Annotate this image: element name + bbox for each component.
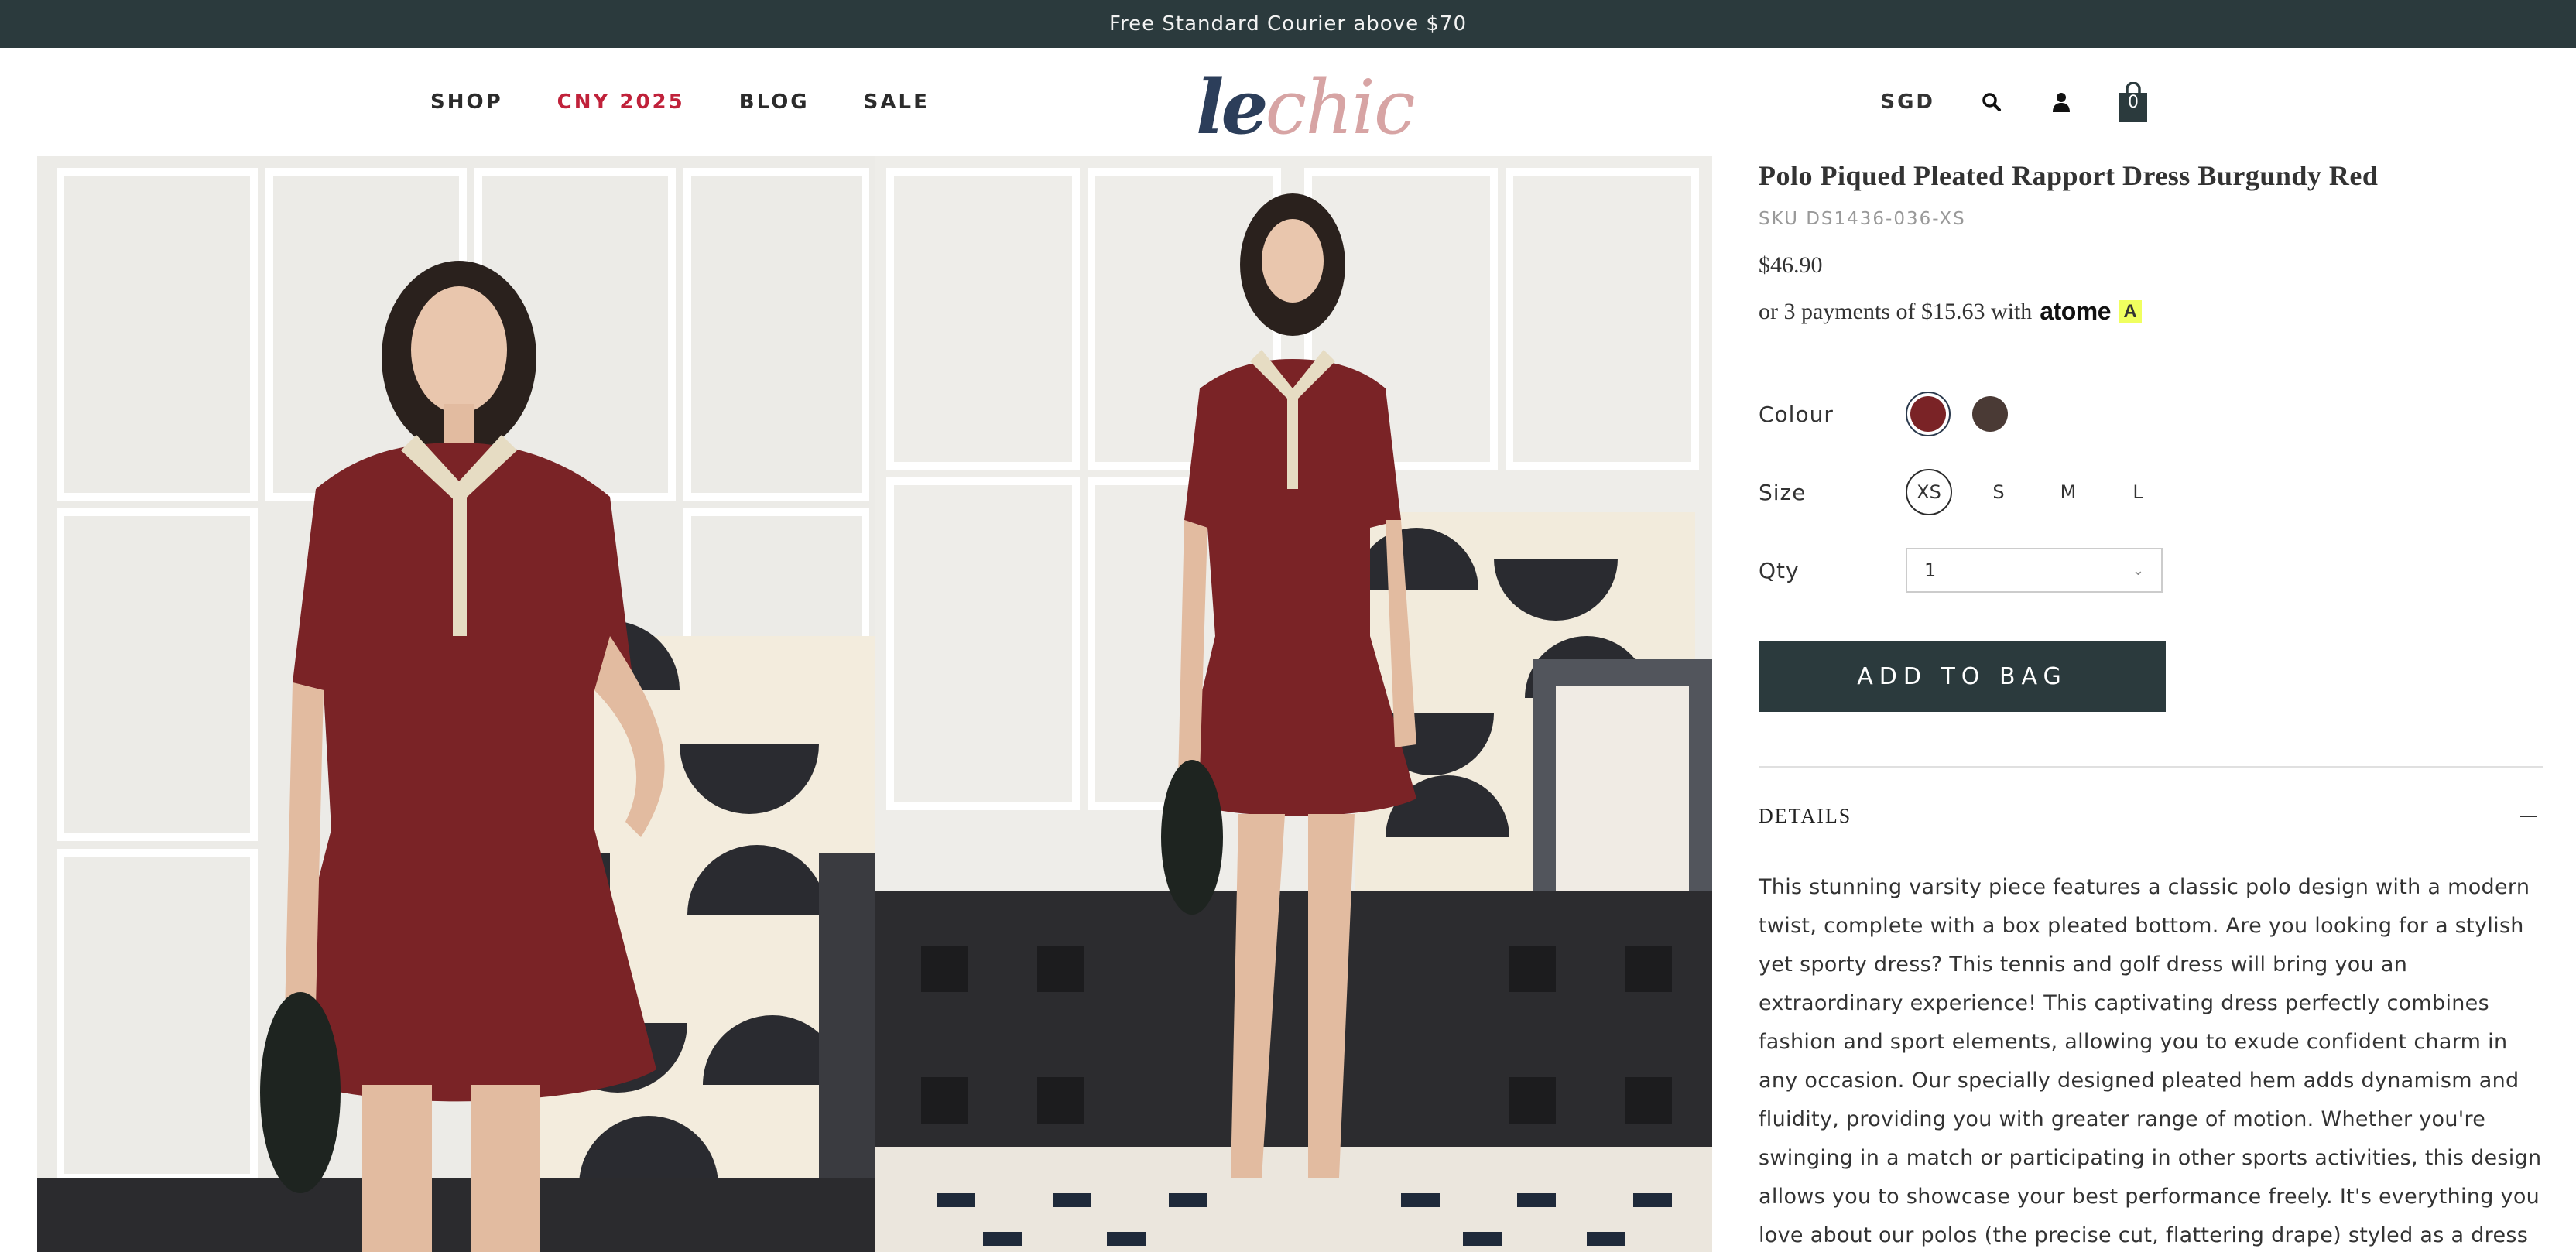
product-description: This stunning varsity piece features a c… bbox=[1759, 875, 2542, 1247]
product-sku: SKU DS1436-036-XS bbox=[1759, 209, 1966, 229]
colour-swatch-brown[interactable] bbox=[1968, 392, 2012, 436]
size-xs[interactable]: XS bbox=[1906, 469, 1952, 515]
installment-text: or 3 payments of $15.63 with bbox=[1759, 298, 2033, 324]
product-info-panel: Polo Piqued Pleated Rapport Dress Burgun… bbox=[1759, 156, 2543, 1247]
atome-badge-icon: A bbox=[2119, 299, 2143, 323]
user-icon[interactable] bbox=[2048, 89, 2074, 115]
details-heading: DETAILS bbox=[1759, 805, 1852, 827]
size-options: XS S M L bbox=[1906, 469, 2161, 515]
size-l[interactable]: L bbox=[2115, 469, 2161, 515]
qty-value: 1 bbox=[1924, 559, 1937, 581]
logo-part-chic: chic bbox=[1265, 64, 1416, 151]
nav-sale[interactable]: SALE bbox=[864, 91, 930, 114]
product-photo-2[interactable] bbox=[875, 156, 1712, 1252]
logo-part-le: le bbox=[1196, 63, 1269, 151]
swatch-dot bbox=[1972, 396, 2008, 432]
site-logo[interactable]: le chic bbox=[1196, 63, 1416, 151]
header-actions: SGD 0 bbox=[1880, 48, 2149, 156]
atome-logo[interactable]: atome bbox=[2040, 297, 2111, 326]
nav-cny-2025[interactable]: CNY 2025 bbox=[557, 91, 685, 114]
chevron-down-icon: ⌄ bbox=[2132, 562, 2144, 579]
colour-swatch-burgundy[interactable] bbox=[1906, 392, 1951, 436]
collapse-minus-icon[interactable] bbox=[2520, 816, 2537, 817]
bag-count: 0 bbox=[2128, 93, 2139, 112]
divider bbox=[1759, 766, 2543, 768]
qty-label: Qty bbox=[1759, 557, 1800, 583]
size-m[interactable]: M bbox=[2045, 469, 2091, 515]
size-s[interactable]: S bbox=[1975, 469, 2022, 515]
size-label: Size bbox=[1759, 479, 1807, 505]
nav-shop[interactable]: SHOP bbox=[430, 91, 503, 114]
qty-row: Qty 1 ⌄ bbox=[1759, 548, 2163, 593]
product-price: $46.90 bbox=[1759, 252, 1823, 278]
currency-selector[interactable]: SGD bbox=[1880, 91, 1935, 114]
product-gallery bbox=[37, 156, 1712, 1252]
nav-blog[interactable]: BLOG bbox=[739, 91, 810, 114]
installment-info: or 3 payments of $15.63 with atome A bbox=[1759, 297, 2543, 326]
site-header: SHOP CNY 2025 BLOG SALE le chic SGD 0 bbox=[0, 48, 2576, 156]
promo-banner: Free Standard Courier above $70 bbox=[0, 0, 2576, 48]
colour-label: Colour bbox=[1759, 401, 1834, 427]
add-to-bag-button[interactable]: ADD TO BAG bbox=[1759, 641, 2166, 712]
main-nav: SHOP CNY 2025 BLOG SALE bbox=[430, 48, 930, 156]
search-icon[interactable] bbox=[1978, 89, 2005, 115]
details-accordion-header[interactable]: DETAILS bbox=[1759, 805, 2543, 828]
shopping-bag-icon[interactable]: 0 bbox=[2118, 81, 2149, 122]
product-photo-1[interactable] bbox=[37, 156, 875, 1252]
swatch-dot bbox=[1910, 396, 1946, 432]
size-row: Size XS S M L bbox=[1759, 469, 2161, 515]
colour-swatches bbox=[1906, 392, 2012, 436]
promo-banner-text: Free Standard Courier above $70 bbox=[1108, 12, 1467, 36]
product-title: Polo Piqued Pleated Rapport Dress Burgun… bbox=[1759, 160, 2379, 191]
colour-row: Colour bbox=[1759, 392, 2012, 436]
qty-select[interactable]: 1 ⌄ bbox=[1906, 548, 2163, 593]
